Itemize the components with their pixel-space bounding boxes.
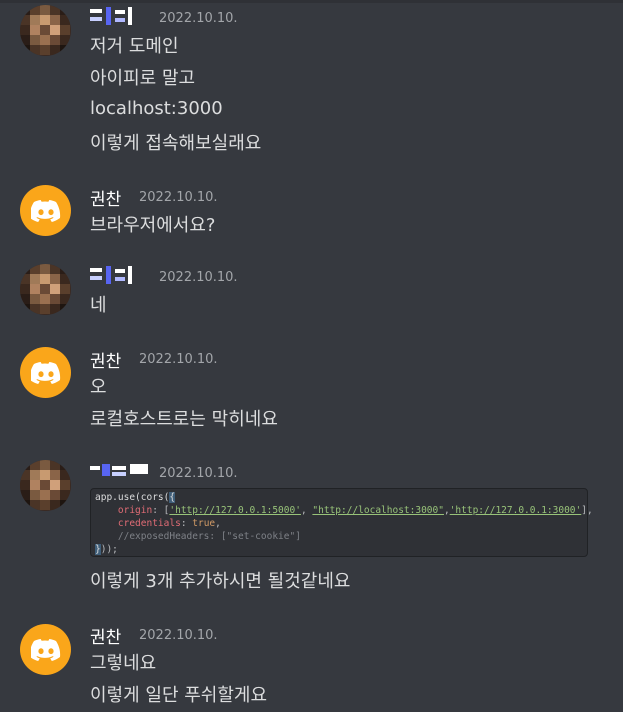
timestamp: 2022.10.10. bbox=[159, 466, 238, 481]
timestamp: 2022.10.10. bbox=[159, 11, 238, 26]
avatar[interactable] bbox=[20, 624, 71, 675]
message-text: 이렇게 3개 추가하시면 될것같네요 bbox=[90, 571, 351, 592]
code-line: })); bbox=[95, 543, 583, 556]
message-text: 이렇게 일단 푸쉬할게요 bbox=[90, 685, 268, 706]
avatar[interactable] bbox=[20, 264, 71, 315]
top-border bbox=[0, 0, 623, 3]
avatar[interactable] bbox=[20, 185, 71, 236]
code-token: { bbox=[169, 492, 176, 503]
masked-username[interactable] bbox=[90, 462, 150, 480]
code-token: )); bbox=[100, 544, 118, 555]
timestamp: 2022.10.10. bbox=[139, 190, 218, 205]
message-text: 오 bbox=[90, 377, 107, 398]
code-token: ], bbox=[581, 505, 593, 516]
discord-icon bbox=[30, 638, 60, 661]
avatar[interactable] bbox=[20, 5, 71, 56]
timestamp: 2022.10.10. bbox=[139, 628, 218, 643]
username[interactable]: 권찬 bbox=[90, 347, 121, 372]
code-token: app.use(cors( bbox=[95, 492, 170, 503]
code-line: credentials: true, bbox=[117, 518, 221, 529]
code-token: true bbox=[192, 518, 216, 529]
timestamp: 2022.10.10. bbox=[139, 352, 218, 367]
code-token: : [ bbox=[152, 505, 170, 516]
avatar[interactable] bbox=[20, 460, 71, 511]
code-token: 'http://127.0.0.1:5000' bbox=[169, 505, 301, 516]
message-text: 이렇게 접속해보실래요 bbox=[90, 133, 262, 154]
username[interactable]: 권찬 bbox=[90, 185, 121, 210]
message-text: 브라우저에서요? bbox=[90, 215, 216, 236]
code-line: origin: ['http://127.0.0.1:5000', "http:… bbox=[117, 505, 593, 516]
code-screenshot: app.use(cors({ origin: ['http://127.0.0.… bbox=[90, 488, 593, 557]
message-text: 아이피로 말고 bbox=[90, 68, 196, 89]
code-token: "http://localhost:3000" bbox=[312, 505, 444, 516]
code-token: credentials bbox=[117, 518, 181, 529]
message-text: localhost:3000 bbox=[90, 98, 223, 119]
code-line: //exposedHeaders: ["set-cookie"] bbox=[95, 530, 583, 543]
message-text: 로컬호스트로는 막히네요 bbox=[90, 409, 278, 430]
username[interactable]: 권찬 bbox=[90, 623, 121, 648]
message-text: 그렇네요 bbox=[90, 653, 157, 674]
timestamp: 2022.10.10. bbox=[159, 270, 238, 285]
code-token: 'http://127.0.0.1:3000' bbox=[449, 505, 582, 516]
message-text: 저거 도메인 bbox=[90, 36, 179, 57]
code-line: app.use(cors({ bbox=[95, 491, 583, 504]
masked-username[interactable] bbox=[90, 7, 150, 25]
discord-icon bbox=[30, 361, 60, 384]
masked-username[interactable] bbox=[90, 266, 150, 284]
discord-icon bbox=[30, 199, 60, 222]
message-text: 네 bbox=[90, 295, 107, 316]
avatar[interactable] bbox=[20, 347, 71, 398]
code-token: origin bbox=[117, 505, 153, 516]
code-token: //exposedHeaders: ["set-cookie"] bbox=[117, 531, 301, 542]
